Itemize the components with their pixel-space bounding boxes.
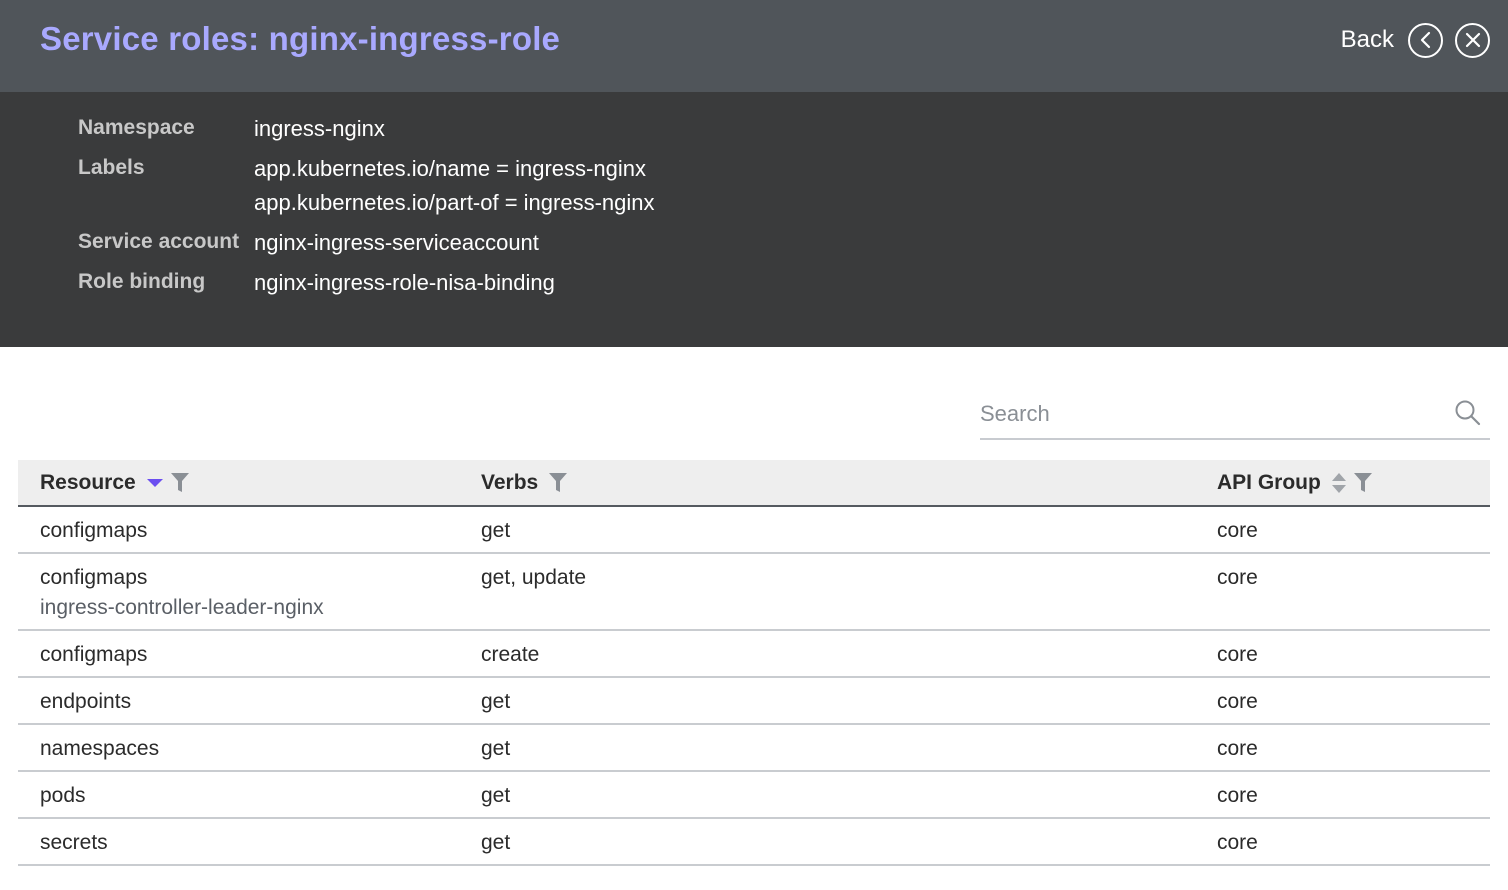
column-header-api-group[interactable]: API Group xyxy=(1217,460,1373,505)
role-binding-label: Role binding xyxy=(78,270,206,293)
namespace-label: Namespace xyxy=(78,116,195,139)
modal-header: Service roles: nginx-ingress-role Back xyxy=(0,0,1508,92)
table-header: Resource Verbs API Group xyxy=(18,460,1490,507)
column-header-resource[interactable]: Resource xyxy=(40,460,190,505)
filter-icon[interactable] xyxy=(170,472,190,494)
back-label[interactable]: Back xyxy=(1341,26,1394,54)
cell-resource: configmaps ingress-controller-leader-ngi… xyxy=(40,566,324,620)
cell-resource: pods xyxy=(40,784,86,807)
cell-api-group: core xyxy=(1217,784,1258,807)
column-header-verbs[interactable]: Verbs xyxy=(481,460,568,505)
cell-verbs: get xyxy=(481,690,511,713)
table-row[interactable]: endpoints get core xyxy=(18,678,1490,725)
role-binding-value: nginx-ingress-role-nisa-binding xyxy=(254,270,555,295)
service-account-label: Service account xyxy=(78,230,240,253)
close-icon xyxy=(1465,32,1480,48)
cell-api-group: core xyxy=(1217,831,1258,854)
page-title: Service roles: nginx-ingress-role xyxy=(40,20,561,57)
cell-resource: configmaps xyxy=(40,519,148,542)
resource-type: configmaps xyxy=(40,566,148,589)
column-label-api-group: API Group xyxy=(1217,470,1321,494)
back-button[interactable] xyxy=(1408,22,1443,58)
cell-verbs: get xyxy=(481,519,511,542)
cell-verbs: get xyxy=(481,831,511,854)
filter-icon[interactable] xyxy=(1353,472,1373,494)
header-actions: Back xyxy=(1341,20,1490,60)
table-row[interactable]: secrets get core xyxy=(18,819,1490,866)
sort-unsorted-icon[interactable] xyxy=(1331,472,1347,494)
table-row[interactable]: namespaces get core xyxy=(18,725,1490,772)
table-row[interactable]: configmaps ingress-controller-leader-ngi… xyxy=(18,554,1490,631)
cell-resource: secrets xyxy=(40,831,108,854)
resource-name: ingress-controller-leader-nginx xyxy=(40,596,324,619)
cell-api-group: core xyxy=(1217,566,1258,589)
search-box xyxy=(980,392,1490,440)
cell-api-group: core xyxy=(1217,519,1258,542)
sort-descending-icon[interactable] xyxy=(146,477,164,489)
cell-resource: namespaces xyxy=(40,737,160,760)
label-value-1: app.kubernetes.io/name = ingress-nginx xyxy=(254,156,646,181)
role-details-panel: Namespace ingress-nginx Labels app.kuber… xyxy=(0,92,1508,347)
column-label-verbs: Verbs xyxy=(481,470,539,494)
labels-label: Labels xyxy=(78,156,145,179)
rules-table: Resource Verbs API Group configmaps get … xyxy=(18,460,1490,866)
filter-icon[interactable] xyxy=(548,472,568,494)
cell-resource: configmaps xyxy=(40,643,148,666)
cell-api-group: core xyxy=(1217,737,1258,760)
cell-verbs: create xyxy=(481,643,540,666)
cell-verbs: get xyxy=(481,784,511,807)
column-label-resource: Resource xyxy=(40,470,136,494)
search-icon[interactable] xyxy=(1454,399,1482,427)
namespace-value: ingress-nginx xyxy=(254,116,385,141)
table-row[interactable]: pods get core xyxy=(18,772,1490,819)
search-input[interactable] xyxy=(980,396,1440,432)
cell-api-group: core xyxy=(1217,690,1258,713)
service-account-value: nginx-ingress-serviceaccount xyxy=(254,230,539,255)
label-value-2: app.kubernetes.io/part-of = ingress-ngin… xyxy=(254,190,655,215)
cell-verbs: get xyxy=(481,737,511,760)
cell-verbs: get, update xyxy=(481,566,587,589)
cell-resource: endpoints xyxy=(40,690,132,713)
chevron-left-icon xyxy=(1420,31,1430,49)
table-row[interactable]: configmaps create core xyxy=(18,631,1490,678)
close-button[interactable] xyxy=(1455,22,1490,58)
table-row[interactable]: configmaps get core xyxy=(18,507,1490,554)
cell-api-group: core xyxy=(1217,643,1258,666)
